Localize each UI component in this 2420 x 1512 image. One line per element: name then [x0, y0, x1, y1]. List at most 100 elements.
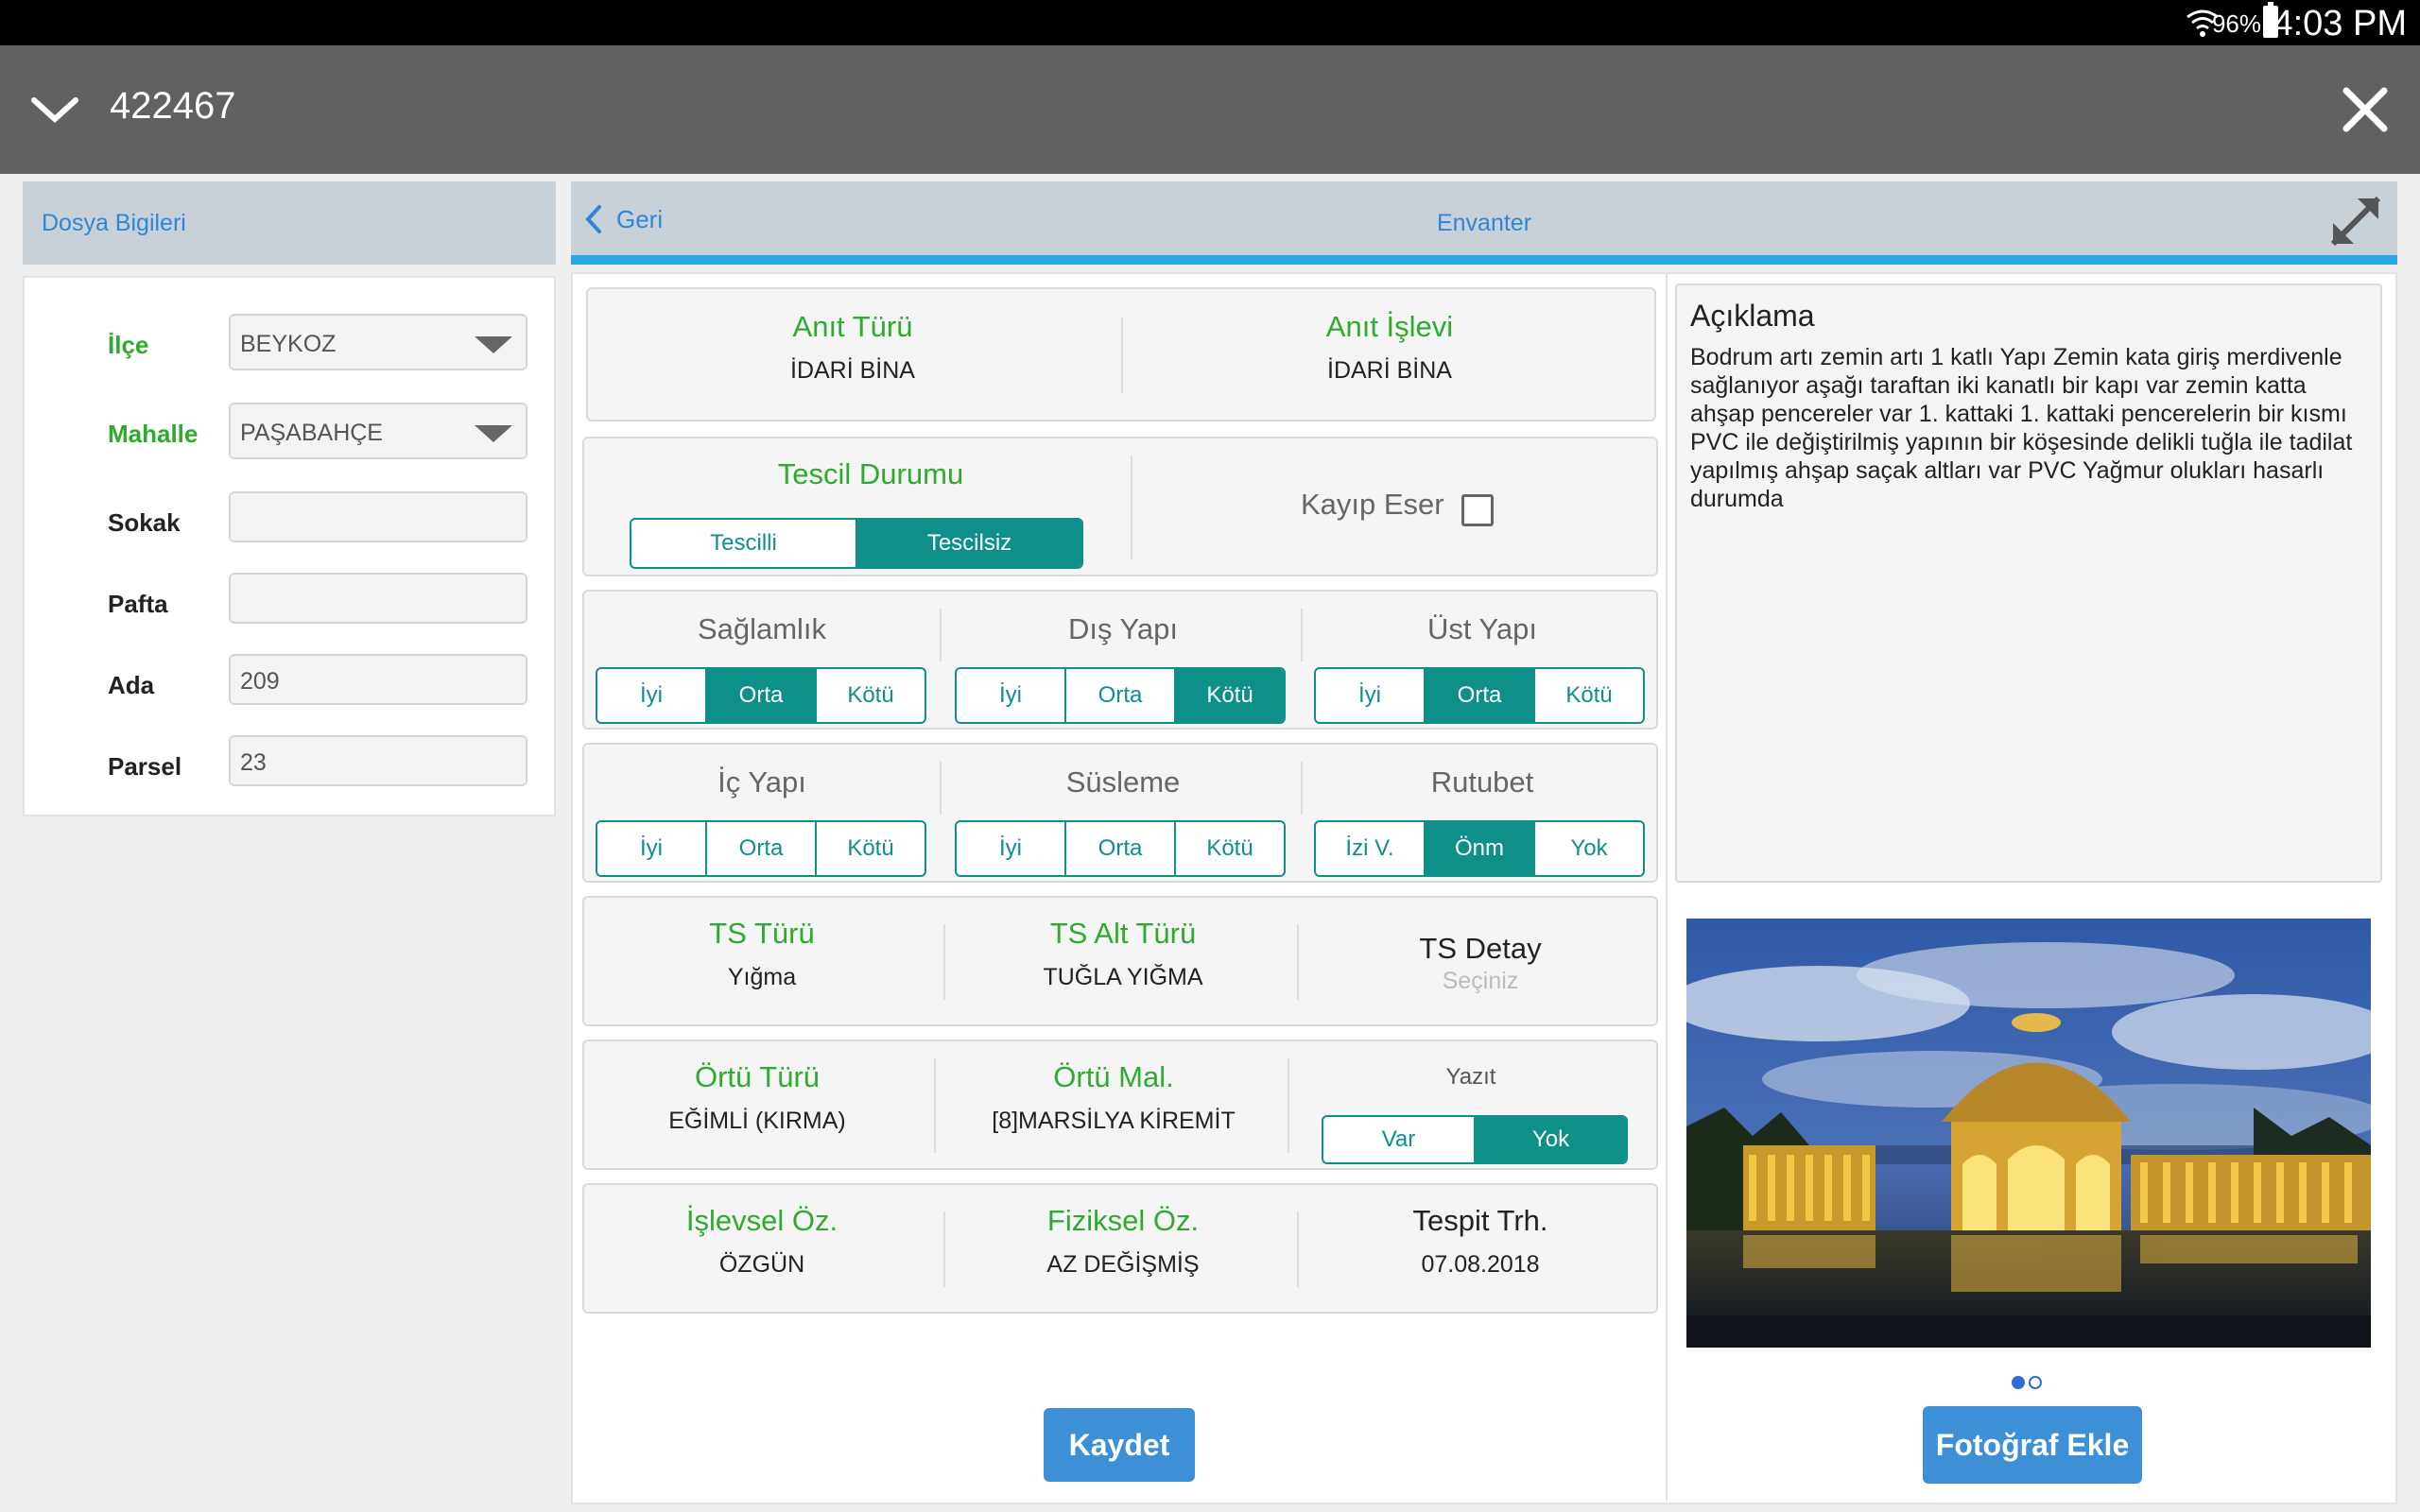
detection-date-label: Tespit Trh.: [1412, 1204, 1548, 1237]
exterior-segmented: İyi Orta Kötü: [955, 667, 1286, 724]
monument-type[interactable]: Anıt Türü İDARİ BİNA: [607, 310, 1098, 385]
inscription-option-no[interactable]: Yok: [1474, 1117, 1626, 1162]
monument-type-label: Anıt Türü: [792, 310, 913, 343]
pafta-label: Pafta: [108, 590, 168, 618]
registration-segmented: Tescilli Tescilsiz: [630, 518, 1083, 569]
divider: [1297, 924, 1299, 1000]
strength-option-bad[interactable]: Kötü: [815, 669, 925, 722]
close-icon[interactable]: [2339, 83, 2392, 136]
monument-card: Anıt Türü İDARİ BİNA Anıt İşlevi İDARİ B…: [586, 287, 1656, 421]
ornament-option-medium[interactable]: Orta: [1064, 822, 1174, 875]
page-title: 422467: [110, 85, 236, 127]
roof-type-label: Örtü Türü: [694, 1060, 821, 1093]
condition-card-1: Sağlamlık İyi Orta Kötü Dış Yapı İyi Ort…: [582, 590, 1658, 730]
ornament-option-good[interactable]: İyi: [957, 822, 1064, 875]
status-time: 4:03 PM: [2273, 4, 2407, 43]
superstructure-option-medium[interactable]: Orta: [1424, 669, 1533, 722]
parsel-input[interactable]: 23: [229, 735, 527, 786]
exterior-option-good[interactable]: İyi: [957, 669, 1064, 722]
exterior-label: Dış Yapı: [1067, 612, 1179, 645]
interior-option-bad[interactable]: Kötü: [815, 822, 925, 875]
exterior-option-medium[interactable]: Orta: [1064, 669, 1174, 722]
lost-artifact-checkbox[interactable]: [1461, 493, 1495, 526]
pager-dot[interactable]: [2029, 1376, 2042, 1389]
roof-material-label: Örtü Mal.: [1053, 1060, 1174, 1093]
physical-characteristic-value: AZ DEĞİŞMİŞ: [1046, 1251, 1200, 1278]
registration-option-registered[interactable]: Tescilli: [631, 520, 856, 567]
app-bar: 422467: [0, 45, 2420, 174]
interior-option-good[interactable]: İyi: [597, 822, 705, 875]
strength-option-medium[interactable]: Orta: [705, 669, 815, 722]
lost-artifact[interactable]: Kayıp Eser: [1151, 488, 1643, 526]
registration-status: Tescil Durumu: [603, 457, 1138, 491]
structure-subtype-value: TUĞLA YIĞMA: [1043, 964, 1203, 990]
ada-input[interactable]: 209: [229, 654, 527, 705]
photo-pager[interactable]: [2012, 1376, 2042, 1389]
pager-dot-active[interactable]: [2012, 1376, 2025, 1389]
expand-icon[interactable]: [2325, 191, 2386, 251]
functional-characteristic[interactable]: İşlevsel Öz. ÖZGÜN: [584, 1204, 940, 1279]
humidity-segmented: İzi V. Önm Yok: [1314, 820, 1645, 877]
humidity-option-trace[interactable]: İzi V.: [1316, 822, 1424, 875]
humidity-option-significant[interactable]: Önm: [1424, 822, 1533, 875]
structure-type-label: TS Türü: [709, 917, 815, 950]
status-bar: 96% 4:03 PM: [0, 0, 2420, 45]
description-card[interactable]: Açıklama Bodrum artı zemin artı 1 katlı …: [1675, 284, 2382, 883]
divider: [1288, 1058, 1289, 1153]
physical-characteristic[interactable]: Fiziksel Öz. AZ DEĞİŞMİŞ: [945, 1204, 1301, 1279]
structure-subtype[interactable]: TS Alt Türü TUĞLA YIĞMA: [945, 917, 1301, 991]
detection-date[interactable]: Tespit Trh. 07.08.2018: [1303, 1204, 1658, 1279]
physical-characteristic-label: Fiziksel Öz.: [1046, 1204, 1200, 1237]
ornament-option-bad[interactable]: Kötü: [1174, 822, 1284, 875]
field-row-parsel: Parsel 23: [25, 735, 558, 786]
divider: [1121, 318, 1123, 393]
building-photo[interactable]: [1686, 919, 2371, 1348]
superstructure-option-good[interactable]: İyi: [1316, 669, 1424, 722]
inscription: Yazıt: [1293, 1064, 1649, 1091]
monument-function[interactable]: Anıt İşlevi İDARİ BİNA: [1144, 310, 1635, 385]
interior-option-medium[interactable]: Orta: [705, 822, 815, 875]
pafta-input[interactable]: [229, 573, 527, 624]
field-row-sokak: Sokak: [25, 491, 558, 542]
registration-option-unregistered[interactable]: Tescilsiz: [856, 520, 1081, 567]
parsel-label: Parsel: [108, 752, 182, 781]
sokak-input[interactable]: [229, 491, 527, 542]
roof-card: Örtü Türü EĞİMLİ (KIRMA) Örtü Mal. [8]MA…: [582, 1040, 1658, 1170]
field-row-mahalle: Mahalle PAŞABAHÇE: [25, 403, 558, 459]
file-info-header: Dosya Bigileri: [23, 181, 556, 265]
strength-option-good[interactable]: İyi: [597, 669, 705, 722]
structure-type[interactable]: TS Türü Yığma: [584, 917, 940, 991]
structure-type-card: TS Türü Yığma TS Alt Türü TUĞLA YIĞMA TS…: [582, 896, 1658, 1026]
ornament-segmented: İyi Orta Kötü: [955, 820, 1286, 877]
mahalle-select[interactable]: PAŞABAHÇE: [229, 403, 527, 459]
roof-material[interactable]: Örtü Mal. [8]MARSİLYA KİREMİT: [936, 1060, 1291, 1135]
strength-segmented: İyi Orta Kötü: [596, 667, 926, 724]
inscription-option-yes[interactable]: Var: [1323, 1117, 1474, 1162]
monument-type-value: İDARİ BİNA: [790, 357, 915, 384]
column-divider: [1666, 272, 1668, 1501]
inventory-header: Geri Envanter: [571, 181, 2397, 265]
condition-card-2: İç Yapı İyi Orta Kötü Süsleme İyi Orta K…: [582, 743, 1658, 883]
humidity-option-none[interactable]: Yok: [1533, 822, 1643, 875]
superstructure-option-bad[interactable]: Kötü: [1533, 669, 1643, 722]
battery-percent: 96%: [2211, 9, 2261, 38]
inscription-label: Yazıt: [1445, 1064, 1496, 1090]
superstructure-segmented: İyi Orta Kötü: [1314, 667, 1645, 724]
registration-card: Tescil Durumu Tescilli Tescilsiz Kayıp E…: [582, 437, 1658, 576]
structure-detail-placeholder: Seçiniz: [1442, 968, 1519, 994]
roof-type[interactable]: Örtü Türü EĞİMLİ (KIRMA): [584, 1060, 930, 1135]
ilce-label: İlçe: [108, 331, 149, 359]
structure-detail[interactable]: TS Detay Seçiniz: [1303, 932, 1658, 995]
exterior-option-bad[interactable]: Kötü: [1174, 669, 1284, 722]
save-button[interactable]: Kaydet: [1044, 1408, 1195, 1482]
add-photo-button[interactable]: Fotoğraf Ekle: [1923, 1406, 2142, 1484]
ilce-select[interactable]: BEYKOZ: [229, 314, 527, 370]
chevron-down-icon[interactable]: [28, 83, 81, 136]
inventory-title: Envanter: [1436, 210, 1532, 236]
description-title: Açıklama: [1690, 299, 1815, 333]
lost-artifact-label: Kayıp Eser: [1300, 488, 1444, 521]
description-text: Bodrum artı zemin artı 1 katlı Yapı Zemi…: [1690, 344, 2353, 512]
mahalle-label: Mahalle: [108, 420, 199, 448]
divider: [1301, 609, 1303, 662]
divider: [940, 762, 942, 815]
